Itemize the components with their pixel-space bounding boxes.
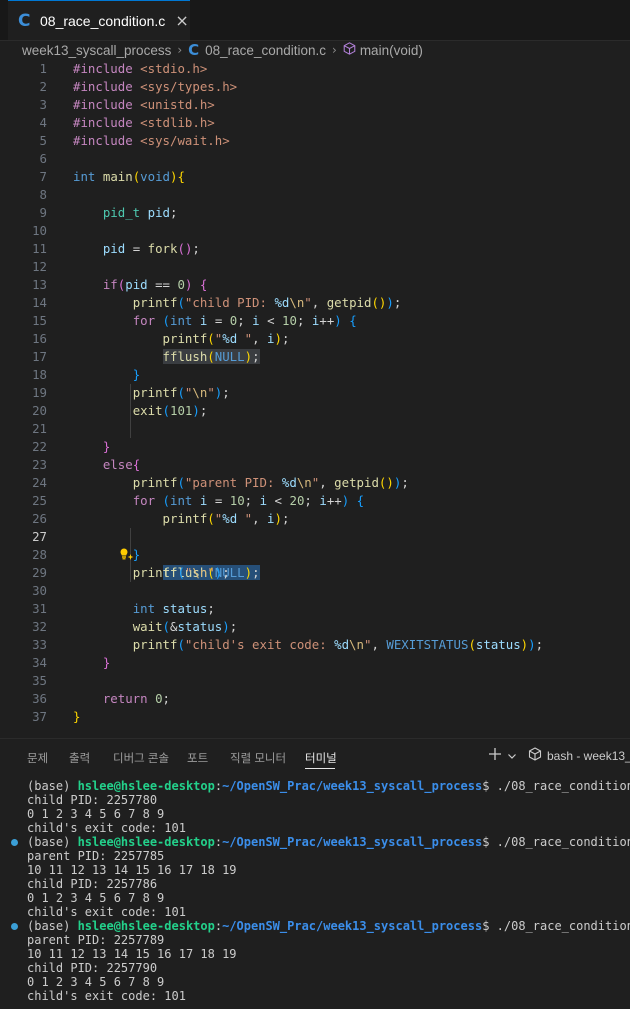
code-line: 19 printf("\n");: [32, 385, 230, 400]
chevron-right-icon: ›: [177, 43, 183, 57]
terminal-line: 0 1 2 3 4 5 6 7 8 9: [27, 891, 165, 905]
cube-icon: [343, 42, 356, 58]
tab-serial-monitor[interactable]: 직렬 모니터: [230, 750, 286, 766]
terminal-line: child PID: 2257780: [27, 793, 158, 807]
code-line: 15 for (int i = 0; i < 10; i++) {: [32, 313, 357, 328]
code-line: 7 int main(void){: [39, 169, 185, 184]
code-line: 24 printf("parent PID: %d\n", getpid());: [32, 475, 409, 490]
c-language-icon: C: [18, 10, 31, 31]
chevron-right-icon: ›: [332, 43, 337, 57]
terminal-icon: [528, 747, 542, 764]
code-line: 16 printf("%d ", i);: [32, 331, 290, 346]
tab-terminal[interactable]: 터미널: [305, 750, 337, 766]
terminal-line: 10 11 12 13 14 15 16 17 18 19: [27, 863, 237, 877]
command-decoration-icon[interactable]: [11, 839, 18, 846]
tab-debug-console[interactable]: 디버그 콘솔: [113, 750, 169, 766]
code-line: 20 exit(101);: [32, 403, 208, 418]
code-line: 33 printf("child's exit code: %d\n", WEX…: [32, 637, 544, 652]
terminal-prompt: (base) hslee@hslee-desktop:~/OpenSW_Prac…: [27, 779, 630, 793]
breadcrumb-folder[interactable]: week13_syscall_process: [22, 43, 171, 58]
code-line: 31 int status;: [32, 601, 215, 616]
tab-problems[interactable]: 문제: [27, 750, 48, 766]
terminal-prompt: (base) hslee@hslee-desktop:~/OpenSW_Prac…: [27, 835, 630, 849]
code-line: 37}: [32, 709, 81, 724]
active-tab-indicator: [305, 768, 335, 769]
breadcrumb: week13_syscall_process › C 08_race_condi…: [22, 40, 423, 60]
tab-ports[interactable]: 포트: [187, 750, 208, 766]
code-line: 36 return 0;: [32, 691, 171, 706]
code-line: 18 }: [32, 367, 141, 382]
code-line: 30: [32, 583, 47, 598]
editor-tab-bar: C 08_race_condition.c ×: [0, 0, 630, 41]
code-line: 9 pid_t pid;: [39, 205, 178, 220]
close-icon[interactable]: ×: [175, 11, 188, 30]
code-line: 4 #include <stdlib.h>: [39, 115, 215, 130]
code-line: 11 pid = fork();: [32, 241, 200, 256]
plus-icon[interactable]: [488, 747, 502, 764]
code-line: 6: [39, 151, 47, 166]
chevron-down-icon[interactable]: [507, 749, 517, 764]
terminal-line: child PID: 2257786: [27, 877, 158, 891]
terminal-line: 0 1 2 3 4 5 6 7 8 9: [27, 807, 165, 821]
code-line: 34 }: [32, 655, 111, 670]
code-editor[interactable]: 1 #include <stdio.h> 2 #include <sys/types…: [0, 60, 630, 736]
breadcrumb-file[interactable]: 08_race_condition.c: [205, 43, 326, 58]
code-line: 29 printf("\n");: [32, 565, 230, 580]
terminal-prompt: (base) hslee@hslee-desktop:~/OpenSW_Prac…: [27, 919, 630, 933]
code-line: 21: [32, 421, 47, 436]
code-line: 25 for (int i = 10; i < 20; i++) {: [32, 493, 365, 508]
terminal-instance-label[interactable]: bash - week13_: [547, 749, 630, 763]
code-line: 26 printf("%d ", i);: [32, 511, 290, 526]
code-line: 23 else{: [32, 457, 141, 472]
terminal-line: child's exit code: 101: [27, 905, 186, 919]
code-line: 13 if(pid == 0) {: [32, 277, 208, 292]
code-line: 8: [39, 187, 47, 202]
code-line: 14 printf("child PID: %d\n", getpid());: [32, 295, 402, 310]
terminal-line: child's exit code: 101: [27, 989, 186, 1003]
code-line: 5 #include <sys/wait.h>: [39, 133, 230, 148]
tab-08-race-condition[interactable]: C 08_race_condition.c ×: [8, 0, 190, 40]
tab-output[interactable]: 출력: [69, 750, 90, 766]
terminal-line: child's exit code: 101: [27, 821, 186, 835]
code-line: 3 #include <unistd.h>: [39, 97, 215, 112]
terminal-line: 0 1 2 3 4 5 6 7 8 9: [27, 975, 165, 989]
code-line: 22 }: [32, 439, 111, 454]
code-line: 2 #include <sys/types.h>: [39, 79, 238, 94]
bottom-panel: 문제 출력 디버그 콘솔 포트 직렬 모니터 터미널 bash - week13…: [0, 738, 630, 1009]
code-line: 32 wait(&status);: [32, 619, 238, 634]
code-line: 1 #include <stdio.h>: [39, 61, 208, 76]
terminal-line: child PID: 2257790: [27, 961, 158, 975]
code-line: 10: [32, 223, 47, 238]
code-line-active: 27 fflush(NULL);: [0, 528, 630, 580]
breadcrumb-symbol[interactable]: main(void): [360, 43, 423, 58]
terminal-line: parent PID: 2257785: [27, 849, 165, 863]
code-line: 17 fflush(NULL);: [32, 349, 260, 364]
tab-title: 08_race_condition.c: [40, 12, 166, 29]
code-line: 28 }: [32, 547, 141, 562]
panel-tabs: 문제 출력 디버그 콘솔 포트 직렬 모니터 터미널 bash - week13…: [0, 739, 630, 775]
terminal-line: parent PID: 2257789: [27, 933, 165, 947]
command-decoration-icon[interactable]: [11, 923, 18, 930]
code-line: 35: [32, 673, 47, 688]
c-language-icon: C: [188, 41, 200, 59]
code-line: 12: [32, 259, 47, 274]
terminal-line: 10 11 12 13 14 15 16 17 18 19: [27, 947, 237, 961]
